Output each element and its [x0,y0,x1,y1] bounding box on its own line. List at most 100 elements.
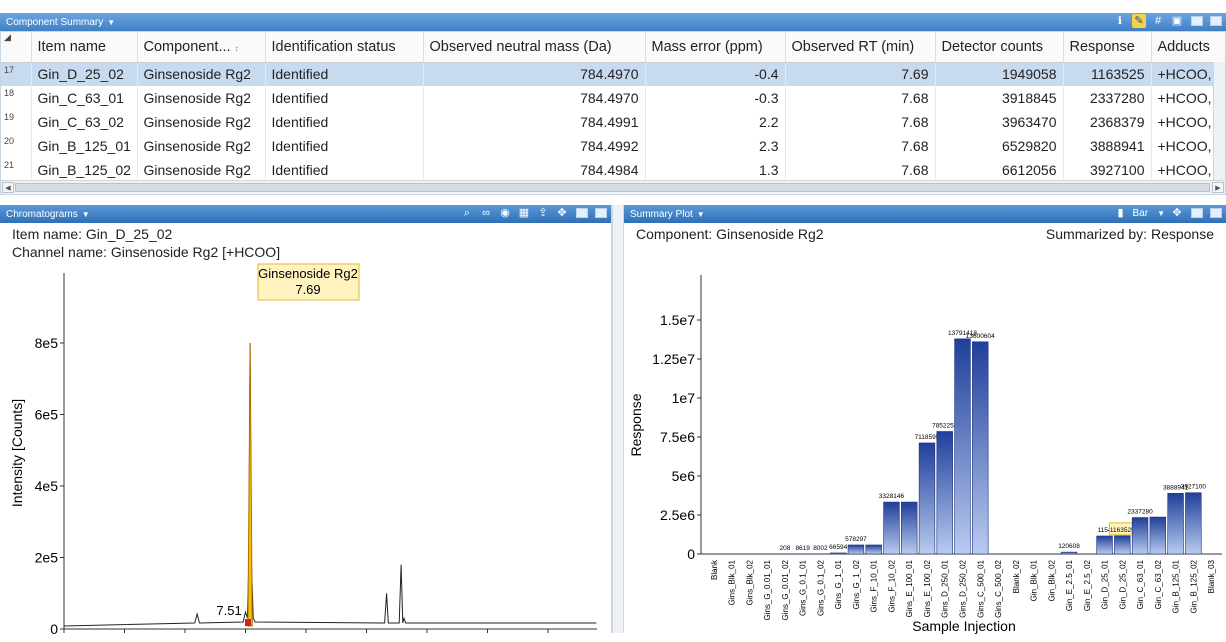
y-tick-label: 1.25e7 [652,351,695,367]
bar [955,339,971,554]
table-cell: 784.4970 [423,62,645,86]
select-all-corner[interactable]: ◢ [1,32,31,62]
table-row[interactable]: 21Gin_B_125_02Ginsenoside Rg2Identified7… [1,158,1226,182]
link-icon[interactable]: ∞ [479,206,493,220]
column-header[interactable]: Response [1063,32,1151,62]
zoom-icon[interactable]: ⌕ [460,206,474,220]
table-row[interactable]: 19Gin_C_63_02Ginsenoside Rg2Identified78… [1,110,1226,134]
hash-icon[interactable]: # [1151,14,1165,28]
table-cell: 2337280 [1063,86,1151,110]
table-icon[interactable]: ▦ [517,206,531,220]
info-icon[interactable]: ℹ [1113,14,1127,28]
scrollbar-thumb[interactable] [15,183,1210,192]
column-header[interactable]: Observed RT (min) [785,32,935,62]
bar-data-label: 66594 [829,544,847,551]
x-tick-label: Gin_E_2.5_02 [1083,559,1092,611]
column-header[interactable]: Detector counts [935,32,1063,62]
column-header[interactable]: Mass error (ppm) [645,32,785,62]
table-cell: 3963470 [935,110,1063,134]
chromatogram-plot[interactable]: 02e54e56e58e502.557.51012.51517.520Reten… [0,263,611,635]
maximize-button[interactable] [1210,16,1222,26]
y-tick-label: 1e7 [672,390,696,406]
table-cell: 7.68 [785,86,935,110]
chromatogram-trace [64,343,596,626]
table-cell: 2.2 [645,110,785,134]
row-number: 18 [1,86,31,110]
row-number: 20 [1,134,31,158]
table-cell: Gin_B_125_01 [31,134,137,158]
minimize-button[interactable] [576,208,588,218]
component-summary-titlebar[interactable]: Component Summary ▼ ℹ ✎ # ▣ [0,13,1226,31]
panel-splitter[interactable] [612,205,624,633]
bar-chart-icon[interactable]: ▮ [1114,206,1128,220]
scroll-left-icon[interactable]: ◀ [2,182,14,193]
column-header[interactable]: Component... ↕ [137,32,265,62]
summary-plot-titlebar[interactable]: Summary Plot ▼ ▮ Bar ▼ ✥ [624,205,1226,223]
column-header-label: Component... [144,39,231,55]
x-tick-label: Gins_G_0.1_01 [799,559,808,616]
table-cell: 7.69 [785,62,935,86]
bar-data-label: 208 [779,545,790,552]
column-header[interactable]: Identification status [265,32,423,62]
highlight-icon[interactable]: ✎ [1132,14,1146,28]
bar [1132,518,1148,554]
maximize-button[interactable] [1210,208,1222,218]
pan-icon[interactable]: ✥ [555,206,569,220]
x-tick-label: Gins_F_10_02 [887,559,896,612]
bar-data-label: 120608 [1058,543,1080,550]
table-cell: Identified [265,158,423,182]
table-cell: Gin_C_63_02 [31,110,137,134]
x-tick-label: Gins_E_100_02 [923,559,932,617]
bar-data-label: 578297 [845,536,867,543]
table-row[interactable]: 20Gin_B_125_01Ginsenoside Rg2Identified7… [1,134,1226,158]
chromatograms-title: Chromatograms [6,209,78,220]
horizontal-scrollbar[interactable]: ◀ ▶ [1,180,1225,194]
x-tick-label: Gin_E_2.5_01 [1065,559,1074,611]
y-tick-label: 5e6 [672,468,696,484]
table-cell: 1163525 [1063,62,1151,86]
column-header[interactable]: Item name [31,32,137,62]
export-icon[interactable]: ▣ [1170,14,1184,28]
maximize-button[interactable] [595,208,607,218]
pan-icon[interactable]: ✥ [1170,206,1184,220]
column-header[interactable]: Observed neutral mass (Da) [423,32,645,62]
summary-plot-title: Summary Plot [630,209,693,220]
table-cell: Identified [265,110,423,134]
color-icon[interactable]: ◉ [498,206,512,220]
bar [866,545,882,554]
table-row[interactable]: 18Gin_C_63_01Ginsenoside Rg2Identified78… [1,86,1226,110]
plot-type-selector[interactable]: Bar [1133,208,1149,219]
chevron-down-icon[interactable]: ▼ [1157,209,1165,218]
chromatogram-channel-name: Channel name: Ginsenoside Rg2 [+HCOO] [12,243,599,261]
bar-data-label: 8002 [813,545,828,552]
chevron-down-icon[interactable]: ▼ [107,18,115,27]
x-tick-label: Gins_Blk_01 [728,559,737,605]
bar-data-label: 2337280 [1127,509,1153,516]
table-cell: Gin_C_63_01 [31,86,137,110]
minimize-button[interactable] [1191,208,1203,218]
chevron-down-icon[interactable]: ▼ [697,210,705,219]
bar-data-label: 13600604 [966,333,995,340]
bar [830,553,846,554]
vertical-scrollbar[interactable] [1213,62,1225,180]
y-tick-label: 0 [687,546,695,562]
table-cell: Ginsenoside Rg2 [137,62,265,86]
x-tick-label: Gins_Blk_02 [745,559,754,605]
bar [1150,517,1166,554]
column-header[interactable]: Adducts [1151,32,1226,62]
sort-icon: ↕ [235,44,239,53]
summary-bar-chart[interactable]: 02.5e65e67.5e61e71.25e71.5e7ResponseSamp… [624,245,1226,637]
chromatograms-titlebar[interactable]: Chromatograms ▼ ⌕ ∞ ◉ ▦ ⇪ ✥ [0,205,611,223]
table-row[interactable]: 17Gin_D_25_02Ginsenoside Rg2Identified78… [1,62,1226,86]
table-cell: Identified [265,62,423,86]
scroll-right-icon[interactable]: ▶ [1212,182,1224,193]
export-icon[interactable]: ⇪ [536,206,550,220]
x-tick-label: Gin_Blk_02 [1047,559,1056,601]
summary-plot-component: Component: Ginsenoside Rg2 [636,225,824,243]
x-tick-label: Gins_D_250_02 [959,559,968,617]
table-cell: Gin_D_25_02 [31,62,137,86]
minimize-button[interactable] [1191,16,1203,26]
chevron-down-icon[interactable]: ▼ [82,210,90,219]
y-axis-label: Intensity [Counts] [9,399,25,507]
x-tick-label: Gin_C_63_02 [1154,559,1163,609]
